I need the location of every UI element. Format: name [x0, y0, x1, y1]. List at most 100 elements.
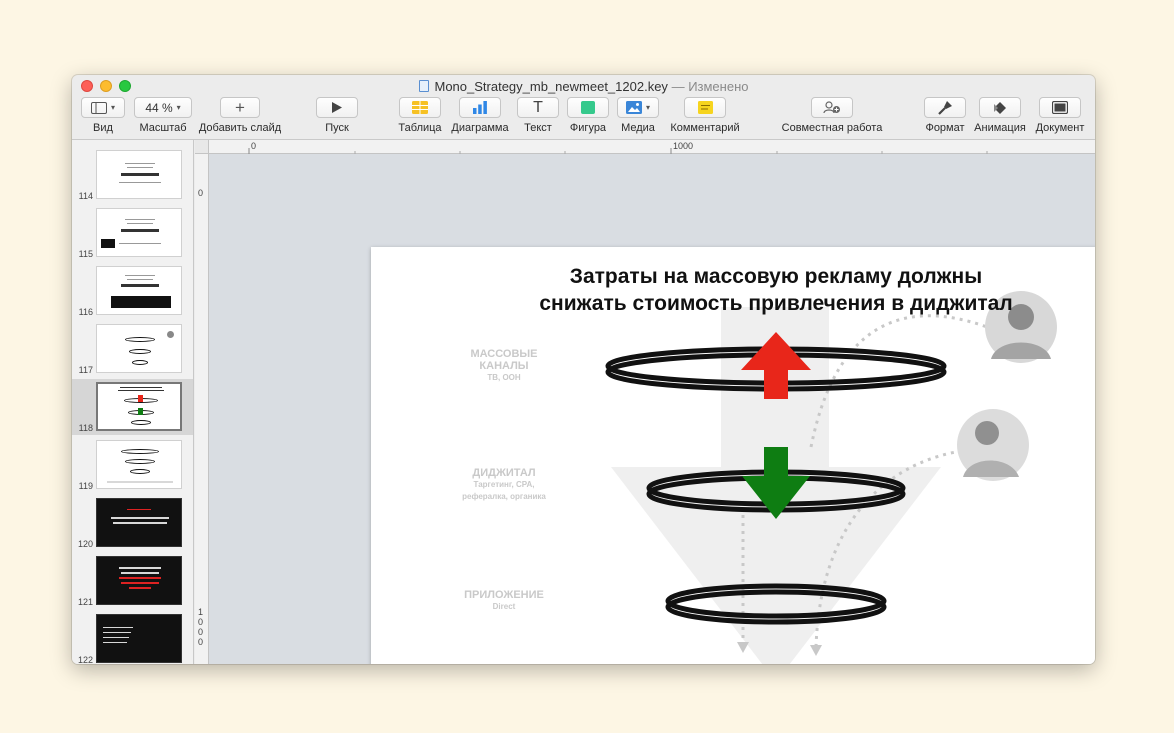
animate-button[interactable] [979, 97, 1021, 118]
stage-name: ПРИЛОЖЕНИЕ [464, 589, 544, 601]
collaborate-tool[interactable]: Совместная работа [778, 97, 886, 134]
format-brush-icon [938, 100, 952, 115]
add-slide-tool[interactable]: + Добавить слайд [194, 97, 286, 134]
play-button[interactable] [316, 97, 358, 118]
horizontal-ruler: 0 1000 [195, 140, 1095, 154]
animate-diamond-icon [994, 101, 1006, 114]
slide-thumbnail[interactable]: 121 [72, 553, 193, 609]
document-label: Документ [1035, 122, 1085, 134]
slide-number: 122 [77, 655, 93, 664]
format-button[interactable] [924, 97, 966, 118]
collaborate-button[interactable] [811, 97, 853, 118]
chevron-down-icon: ▾ [176, 103, 181, 112]
slide-thumbnail[interactable]: 114 [72, 147, 193, 203]
slide-thumbnail[interactable]: 115 [72, 205, 193, 261]
shape-label: Фигура [569, 122, 607, 134]
slide-thumbnail[interactable]: 122 [72, 611, 193, 664]
slide-number: 114 [78, 191, 93, 201]
chevron-down-icon: ▾ [645, 103, 650, 112]
toolbar: ▾ Вид 44 % ▾ Масштаб + Добавить слайд Пу… [72, 97, 1095, 139]
play-tool[interactable]: Пуск [315, 97, 359, 134]
media-tool[interactable]: ▾ Медиа [616, 97, 660, 134]
stage-name: ДИДЖИТАЛ [472, 467, 536, 479]
stage-label-digital[interactable]: ДИДЖИТАЛ Таргетинг, CPA, рефералка, орга… [441, 467, 567, 503]
stage-name: МАССОВЫЕ [470, 348, 538, 360]
stage-sub: Direct [492, 602, 516, 611]
collaborate-label: Совместная работа [781, 122, 883, 134]
slide-thumbnail[interactable]: 117 [72, 321, 193, 377]
shape-icon [581, 101, 595, 114]
chevron-down-icon: ▾ [110, 103, 115, 112]
document-panel-icon [1052, 101, 1068, 114]
play-icon [332, 102, 342, 113]
vertical-ruler: 0 1000 [195, 154, 209, 664]
zoom-select[interactable]: 44 % ▾ [134, 97, 192, 118]
slide-preview [96, 614, 182, 663]
comment-label: Комментарий [670, 122, 740, 134]
zoom-label: Масштаб [139, 122, 187, 134]
view-label: Вид [93, 122, 113, 134]
stage-name: КАНАЛЫ [479, 360, 529, 372]
slide-navigator[interactable]: 114 115 116 117 118 119 120 121 122 [72, 140, 194, 664]
window-title: Mono_Strategy_mb_newmeet_1202.key — Изме… [72, 79, 1095, 94]
keynote-document-icon [418, 80, 429, 92]
slide-thumbnail[interactable]: 116 [72, 263, 193, 319]
slide-thumbnail[interactable]: 119 [72, 437, 193, 493]
chart-tool[interactable]: Диаграмма [448, 97, 512, 134]
shape-button[interactable] [567, 97, 609, 118]
text-tool[interactable]: T Текст [516, 97, 560, 134]
stage-label-mass[interactable]: МАССОВЫЕ КАНАЛЫ ТВ, OOH [449, 348, 559, 384]
table-button[interactable] [399, 97, 441, 118]
text-icon: T [533, 98, 543, 116]
stage-sub: Таргетинг, CPA, [473, 480, 535, 489]
text-label: Текст [524, 122, 552, 134]
dotted-arrowhead-right [810, 645, 822, 656]
title-separator: — [671, 79, 685, 94]
slide-number: 118 [78, 423, 93, 433]
slide-number: 115 [78, 249, 93, 259]
zoom-tool[interactable]: 44 % ▾ Масштаб [132, 97, 194, 134]
document-button[interactable] [1039, 97, 1081, 118]
view-button[interactable]: ▾ [81, 97, 125, 118]
document-status: Изменено [688, 79, 749, 94]
ruler-label: 1000 [198, 607, 204, 647]
ruler-corner [195, 140, 209, 154]
file-name: Mono_Strategy_mb_newmeet_1202.key [434, 79, 668, 94]
dotted-arrowhead-left [737, 642, 749, 653]
title-bar: Mono_Strategy_mb_newmeet_1202.key — Изме… [72, 75, 1095, 97]
slide-thumbnail[interactable]: 120 [72, 495, 193, 551]
slide-preview [96, 382, 182, 431]
plus-icon: + [235, 97, 245, 117]
chart-button[interactable] [459, 97, 501, 118]
slide-thumbnail-selected[interactable]: 118 [72, 379, 193, 435]
chart-label: Диаграмма [451, 122, 509, 134]
slide-canvas[interactable]: 0 1000 0 1000 Затраты на массовую реклам… [195, 140, 1095, 664]
slide-number: 120 [77, 539, 93, 549]
slide-preview [96, 208, 182, 257]
media-button[interactable]: ▾ [617, 97, 659, 118]
slide-preview [96, 556, 182, 605]
comment-tool[interactable]: Комментарий [666, 97, 744, 134]
slide-number: 117 [78, 365, 93, 375]
text-button[interactable]: T [517, 97, 559, 118]
stage-sub: рефералка, органика [462, 492, 546, 501]
keynote-window: Mono_Strategy_mb_newmeet_1202.key — Изме… [72, 75, 1095, 664]
stage-label-app[interactable]: ПРИЛОЖЕНИЕ Direct [449, 589, 559, 613]
comment-button[interactable] [684, 97, 726, 118]
avatar-photo-bottom [957, 409, 1029, 481]
animate-label: Анимация [974, 122, 1026, 134]
view-tool[interactable]: ▾ Вид [80, 97, 126, 134]
document-tool[interactable]: Документ [1030, 97, 1090, 134]
view-sidebar-icon [90, 101, 107, 114]
slide-number: 121 [77, 597, 93, 607]
format-tool[interactable]: Формат [920, 97, 970, 134]
add-slide-button[interactable]: + [220, 97, 260, 118]
table-icon [412, 101, 428, 114]
animate-tool[interactable]: Анимация [972, 97, 1028, 134]
shape-tool[interactable]: Фигура [566, 97, 610, 134]
table-tool[interactable]: Таблица [394, 97, 446, 134]
slide-title-line: Затраты на массовую рекламу должны [569, 265, 983, 288]
slide-title[interactable]: Затраты на массовую рекламу должны снижа… [371, 263, 1095, 317]
slide[interactable]: Затраты на массовую рекламу должны снижа… [371, 247, 1095, 664]
play-label: Пуск [325, 122, 349, 134]
